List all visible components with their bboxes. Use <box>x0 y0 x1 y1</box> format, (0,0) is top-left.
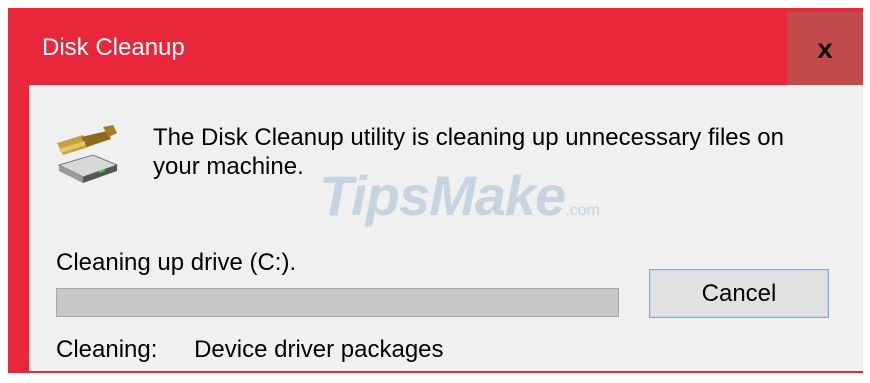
progress-message: The Disk Cleanup utility is cleaning up … <box>153 124 784 180</box>
progress-bar <box>56 288 619 317</box>
dialog-body: The Disk Cleanup utility is cleaning up … <box>29 85 863 371</box>
status-line: Cleaning: Device driver packages <box>56 336 444 364</box>
title-bar[interactable]: Disk Cleanup x <box>8 8 863 85</box>
cancel-button[interactable]: Cancel <box>649 269 829 318</box>
status-value: Device driver packages <box>194 336 444 363</box>
close-icon: x <box>817 32 833 64</box>
disk-cleanup-icon <box>57 125 119 183</box>
status-label: Cleaning: <box>56 336 158 363</box>
close-button[interactable]: x <box>787 12 863 85</box>
drive-label: Cleaning up drive (C:). <box>56 249 297 276</box>
disk-cleanup-window: Disk Cleanup x The Disk Cleanup utility … <box>8 8 863 373</box>
window-title: Disk Cleanup <box>42 34 185 61</box>
